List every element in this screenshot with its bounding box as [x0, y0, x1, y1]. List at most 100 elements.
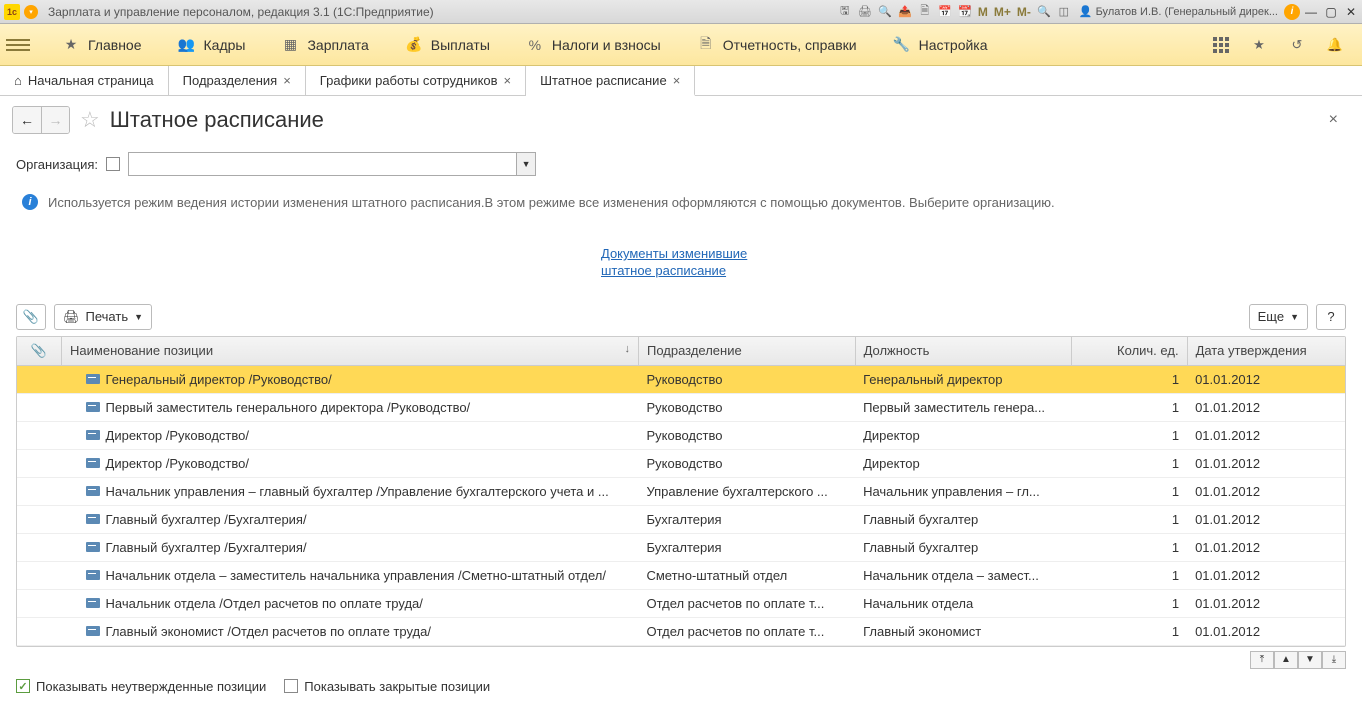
favorite-star-icon[interactable]: ☆: [80, 107, 100, 133]
percent-icon: %: [526, 36, 544, 54]
filter-row: Организация: ▼: [0, 140, 1362, 176]
org-checkbox[interactable]: [106, 157, 120, 171]
more-button[interactable]: Еще▼: [1249, 304, 1308, 330]
staffing-table: 📎 Наименование позиции↓ Подразделение До…: [16, 336, 1346, 647]
preview-icon[interactable]: 🔍: [876, 3, 894, 21]
people-icon: 👥: [178, 36, 196, 54]
memory-mminus[interactable]: M-: [1015, 5, 1033, 19]
col-attachment[interactable]: 📎: [17, 337, 62, 366]
history-icon[interactable]: ↺: [1286, 34, 1308, 56]
nav-back-button[interactable]: ←: [13, 107, 41, 133]
print-button[interactable]: 🖨Печать▼: [54, 304, 152, 330]
show-unapproved-label: Показывать неутвержденные позиции: [36, 679, 266, 694]
memory-mplus[interactable]: M+: [992, 5, 1013, 19]
row-icon: [86, 374, 100, 384]
show-closed-checkbox[interactable]: [284, 679, 298, 693]
table-row[interactable]: Главный бухгалтер /Бухгалтерия/Бухгалтер…: [17, 533, 1345, 561]
org-select-input[interactable]: [128, 152, 516, 176]
documents-link[interactable]: Документы изменившие штатное расписание: [601, 246, 761, 280]
send-icon[interactable]: 📤: [896, 3, 914, 21]
apps-grid-icon[interactable]: [1210, 34, 1232, 56]
table-row[interactable]: Начальник отдела /Отдел расчетов по опла…: [17, 589, 1345, 617]
nav-forward-button[interactable]: →: [41, 107, 69, 133]
chevron-down-icon: ▼: [134, 312, 143, 322]
scroll-nav: ⤒ ▲ ▼ ⤓: [0, 647, 1362, 669]
menu-taxes[interactable]: %Налоги и взносы: [508, 24, 679, 66]
star-icon: ★: [62, 36, 80, 54]
tab-staffing[interactable]: Штатное расписание×: [526, 66, 695, 96]
sort-asc-icon: ↓: [624, 343, 630, 355]
row-icon: [86, 458, 100, 468]
tab-departments[interactable]: Подразделения×: [169, 66, 306, 95]
memory-m[interactable]: M: [976, 5, 990, 19]
menu-salary[interactable]: ▦Зарплата: [263, 24, 386, 66]
table-row[interactable]: Главный экономист /Отдел расчетов по опл…: [17, 617, 1345, 645]
tab-close-icon[interactable]: ×: [504, 73, 512, 88]
col-date-header[interactable]: Дата утверждения: [1187, 337, 1345, 366]
page-header: ← → ☆ Штатное расписание ×: [0, 96, 1362, 140]
show-closed-label: Показывать закрытые позиции: [304, 679, 490, 694]
page-close-button[interactable]: ×: [1329, 111, 1350, 129]
scroll-top-button[interactable]: ⤒: [1250, 651, 1274, 669]
table-row[interactable]: Генеральный директор /Руководство/Руково…: [17, 365, 1345, 393]
show-unapproved-checkbox[interactable]: ✓: [16, 679, 30, 693]
calc-icon: ▦: [281, 36, 299, 54]
row-icon: [86, 514, 100, 524]
menu-payments[interactable]: 💰Выплаты: [387, 24, 508, 66]
info-circle-icon: i: [22, 194, 38, 210]
zoom-icon[interactable]: 🔍: [1035, 3, 1053, 21]
attach-button[interactable]: 📎: [16, 304, 46, 330]
home-icon: ⌂: [14, 73, 22, 88]
close-button[interactable]: ✕: [1342, 4, 1360, 20]
info-text: Используется режим ведения истории измен…: [48, 194, 1055, 212]
row-icon: [86, 402, 100, 412]
user-display[interactable]: 👤Булатов И.В. (Генеральный дирек...: [1075, 5, 1282, 18]
favorites-icon[interactable]: ★: [1248, 34, 1270, 56]
scroll-down-button[interactable]: ▼: [1298, 651, 1322, 669]
wrench-icon: 🔧: [893, 36, 911, 54]
col-dept-header[interactable]: Подразделение: [638, 337, 855, 366]
row-icon: [86, 626, 100, 636]
tab-bar: ⌂Начальная страница Подразделения× Графи…: [0, 66, 1362, 96]
app-icon: 1c: [4, 4, 20, 20]
col-name-header[interactable]: Наименование позиции↓: [62, 337, 639, 366]
print-icon[interactable]: 🖨: [856, 3, 874, 21]
tab-close-icon[interactable]: ×: [283, 73, 291, 88]
calendar31-icon[interactable]: 📆: [956, 3, 974, 21]
panels-icon[interactable]: ◫: [1055, 3, 1073, 21]
calendar-icon[interactable]: 📅: [936, 3, 954, 21]
table-row[interactable]: Директор /Руководство/РуководствоДиректо…: [17, 421, 1345, 449]
menu-reports[interactable]: 🗎Отчетность, справки: [679, 24, 875, 66]
hamburger-icon[interactable]: [6, 33, 30, 57]
help-button[interactable]: ?: [1316, 304, 1346, 330]
app-dropdown-icon[interactable]: ▾: [24, 5, 38, 19]
table-row[interactable]: Главный бухгалтер /Бухгалтерия/Бухгалтер…: [17, 505, 1345, 533]
org-dropdown-button[interactable]: ▼: [516, 152, 536, 176]
table-row[interactable]: Начальник управления – главный бухгалтер…: [17, 477, 1345, 505]
save-icon[interactable]: 🖫: [836, 3, 854, 21]
menu-main[interactable]: ★Главное: [44, 24, 160, 66]
col-qty-header[interactable]: Колич. ед.: [1072, 337, 1187, 366]
doc-icon: 🗎: [697, 36, 715, 54]
tab-close-icon[interactable]: ×: [673, 73, 681, 88]
paperclip-icon: 📎: [23, 309, 39, 325]
scroll-up-button[interactable]: ▲: [1274, 651, 1298, 669]
col-pos-header[interactable]: Должность: [855, 337, 1072, 366]
maximize-button[interactable]: ▢: [1322, 4, 1340, 20]
row-icon: [86, 486, 100, 496]
menu-settings[interactable]: 🔧Настройка: [875, 24, 1006, 66]
titlebar: 1c ▾ Зарплата и управление персоналом, р…: [0, 0, 1362, 24]
app-title: Зарплата и управление персоналом, редакц…: [48, 5, 434, 19]
notifications-icon[interactable]: 🔔: [1324, 34, 1346, 56]
tab-schedules[interactable]: Графики работы сотрудников×: [306, 66, 526, 95]
table-row[interactable]: Начальник отдела – заместитель начальник…: [17, 561, 1345, 589]
menu-hr[interactable]: 👥Кадры: [160, 24, 264, 66]
info-icon[interactable]: i: [1284, 4, 1300, 20]
compare-icon[interactable]: 🗎: [916, 3, 934, 21]
table-row[interactable]: Директор /Руководство/РуководствоДиректо…: [17, 449, 1345, 477]
scroll-bottom-button[interactable]: ⤓: [1322, 651, 1346, 669]
minimize-button[interactable]: —: [1302, 4, 1320, 20]
main-menu: ★Главное 👥Кадры ▦Зарплата 💰Выплаты %Нало…: [0, 24, 1362, 66]
tab-home[interactable]: ⌂Начальная страница: [0, 66, 169, 95]
table-row[interactable]: Первый заместитель генерального директор…: [17, 393, 1345, 421]
